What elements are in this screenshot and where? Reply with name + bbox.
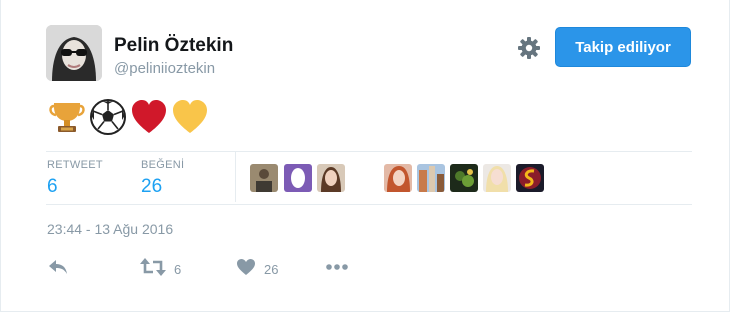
- more-button[interactable]: [325, 258, 349, 281]
- liker-avatar[interactable]: [483, 164, 511, 192]
- like-button[interactable]: 26: [236, 258, 278, 281]
- tweet-text: [48, 98, 209, 136]
- heart-icon: [236, 258, 256, 281]
- reply-icon: [47, 258, 69, 281]
- yellow-heart-icon: [171, 98, 209, 136]
- profile-name[interactable]: Pelin Öztekin: [114, 35, 233, 57]
- avatar[interactable]: [46, 25, 102, 81]
- like-stat-label[interactable]: BEĞENİ: [141, 159, 184, 171]
- liker-avatar[interactable]: [516, 164, 544, 192]
- reply-button[interactable]: [47, 258, 69, 281]
- retweet-button[interactable]: 6: [140, 258, 181, 281]
- liker-avatar[interactable]: [450, 164, 478, 192]
- retweet-icon: [140, 258, 166, 281]
- like-stat-count[interactable]: 26: [141, 176, 162, 198]
- divider: [46, 151, 692, 152]
- gear-icon[interactable]: [517, 36, 541, 60]
- liker-avatar[interactable]: [250, 164, 278, 192]
- tweet-timestamp[interactable]: 23:44 - 13 Ağu 2016: [47, 221, 173, 237]
- following-button[interactable]: Takip ediliyor: [555, 27, 691, 67]
- retweet-count: 6: [174, 262, 182, 277]
- retweet-stat-label[interactable]: RETWEET: [47, 159, 103, 171]
- like-count: 26: [264, 262, 279, 277]
- liker-avatar[interactable]: [384, 164, 412, 192]
- profile-handle[interactable]: @peliniioztekin: [114, 60, 215, 77]
- soccer-ball-icon: [89, 98, 127, 136]
- retweet-stat-count[interactable]: 6: [47, 176, 58, 198]
- liker-avatar[interactable]: [284, 164, 312, 192]
- liker-avatar[interactable]: [317, 164, 345, 192]
- liker-avatar[interactable]: [417, 164, 445, 192]
- trophy-icon: [48, 98, 86, 136]
- more-dots-icon: [325, 258, 349, 281]
- stats-separator: [235, 152, 236, 202]
- divider: [46, 204, 692, 205]
- red-heart-icon: [130, 98, 168, 136]
